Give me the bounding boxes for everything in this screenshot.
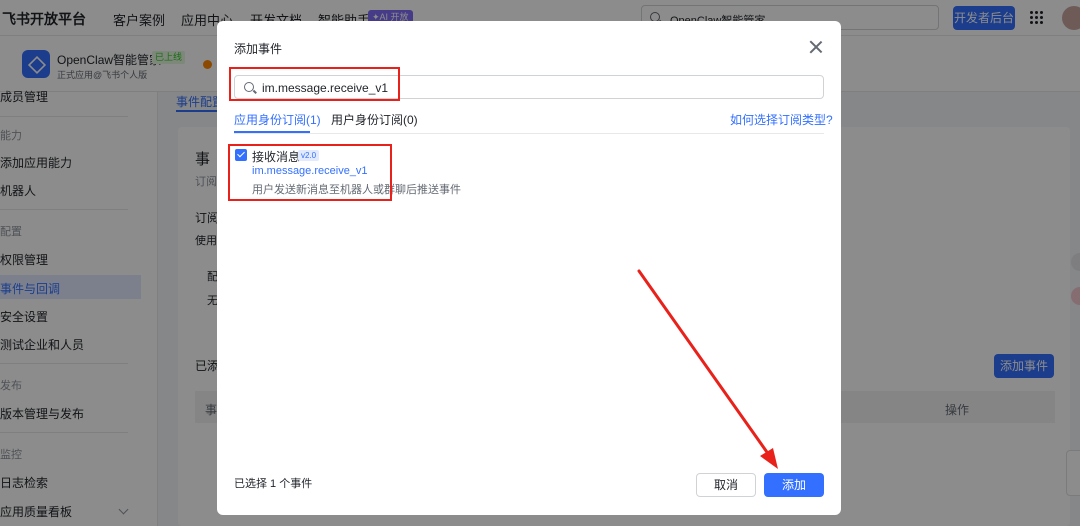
selected-count: 已选择 1 个事件 <box>234 478 313 490</box>
tab-active-indicator <box>234 131 310 133</box>
annotation-box-search <box>229 67 400 101</box>
annotation-box-event <box>228 144 392 201</box>
dialog-title: 添加事件 <box>234 42 283 56</box>
cancel-button[interactable]: 取消 <box>696 473 756 497</box>
close-icon[interactable] <box>808 39 824 55</box>
add-button[interactable]: 添加 <box>764 473 824 497</box>
tab-user-identity[interactable]: 用户身份订阅(0) <box>331 111 418 128</box>
subscription-type-help-link[interactable]: 如何选择订阅类型? <box>730 111 833 128</box>
tab-app-identity[interactable]: 应用身份订阅(1) <box>234 111 321 128</box>
tab-divider <box>234 133 824 134</box>
